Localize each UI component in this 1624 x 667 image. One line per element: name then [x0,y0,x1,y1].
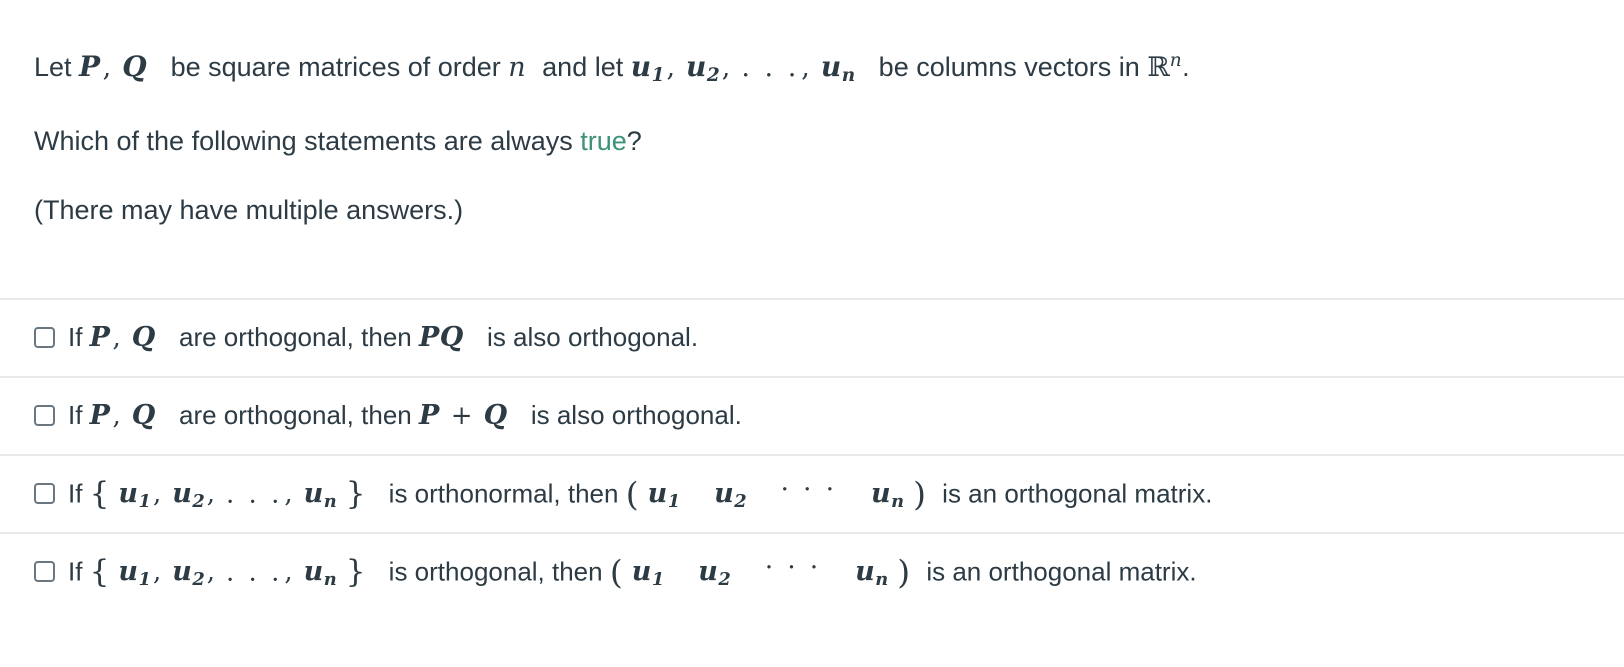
answer-3-tail: is an orthogonal matrix. [934,478,1213,509]
answer-3-rparen: ) [913,473,926,513]
math-ellipsis-1: . . . [741,52,800,84]
answer-1-math-Q: Q [131,322,156,354]
stem-text-which-lead: Which of the following statements are al… [34,125,581,156]
answer-2-math-Q: Q [131,400,156,432]
answer-4-lparen: ( [609,551,623,591]
answer-4-col-un: un [855,556,889,591]
answer-3-col-un: un [870,478,905,513]
answer-4-comma-3: , [284,557,293,588]
answer-label-1: If P, Q are orthogonal, then PQ is also o… [68,324,698,351]
answer-4-set-u2: u2 [172,556,205,591]
stem-text-columns-vectors: be columns vectors in [871,52,1148,83]
answer-4-comma-2: , [206,557,216,588]
answer-3-set-u1: u1 [118,478,151,513]
math-blackboard-R: ℝn [1147,50,1183,84]
answer-3-rbrace: } [345,475,366,512]
answer-2-math-P: P [89,400,111,432]
math-vector-u2: u2 [686,50,720,87]
answer-3-ellipsis: . . . [226,479,283,510]
checkbox-answer-4[interactable] [34,561,55,583]
answer-3-lparen: ( [625,473,639,513]
math-comma-1: , [102,52,112,84]
stem-text-square-matrices: be square matrices of order [163,52,509,83]
answer-1-tail: is also orthogonal. [479,322,699,353]
answer-3-set-un: un [303,478,337,513]
answer-4-lbrace: { [89,553,110,590]
answer-4-set-u1: u1 [118,556,151,591]
answer-2-comma: , [112,401,121,432]
math-vector-u1: u1 [630,50,665,87]
answer-4-tail: is an orthogonal matrix. [919,556,1197,587]
answer-1-lead: If [68,322,90,353]
answer-4-col-u1: u1 [631,556,665,591]
stem-text-question-mark: ? [626,125,642,156]
answer-3-col-u2: u2 [714,478,747,513]
stem-text-let: Let [34,52,80,83]
answer-3-mid: is orthonormal, then [381,478,626,509]
answer-label-4: If {u1, u2,. . ., un} is orthogonal, then … [68,555,1197,589]
stem-line-2: Which of the following statements are al… [34,125,1590,156]
answer-4-col-cdots: · · · [764,552,822,583]
answer-2-plus-sign: + [450,401,473,432]
math-matrix-P: P [79,50,101,84]
answer-1-math-PQ: PQ [418,322,464,354]
math-order-n: n [508,52,526,84]
answer-4-col-u2: u2 [698,556,731,591]
answer-4-ellipsis: . . . [226,557,283,588]
answer-2-math-Q-operand: Q [483,400,508,432]
checkbox-answer-1[interactable] [34,327,55,349]
math-vector-un: un [820,50,856,87]
answer-3-comma-2: , [206,479,216,510]
checkbox-answer-2[interactable] [34,405,55,427]
answer-3-lbrace: { [89,475,110,512]
answer-option-1[interactable]: If P, Q are orthogonal, then PQ is also o… [0,297,1624,376]
stem-line-1: Let P, Q be square matrices of order n an… [34,50,1590,87]
math-comma-3: , [721,52,731,84]
answer-option-3[interactable]: If {u1, u2,. . ., un} is orthonormal, then… [0,453,1624,532]
answer-2-tail: is also orthogonal. [523,400,742,431]
answer-3-set-u2: u2 [172,478,205,513]
answer-options-list: If P, Q are orthogonal, then PQ is also o… [0,297,1624,610]
answer-4-mid: is orthogonal, then [381,556,610,587]
stem-line-3: (There may have multiple answers.) [34,194,464,225]
math-comma-4: , [801,52,810,84]
answer-3-col-u1: u1 [647,478,681,513]
answer-2-lead: If [68,400,90,431]
answer-3-lead: If [68,478,90,509]
answer-3-comma-1: , [152,479,162,510]
stem-text-and-let: and let [534,52,631,83]
answer-option-2[interactable]: If P, Q are orthogonal, then P + Q is also … [0,375,1624,454]
question-stem: Let P, Q be square matrices of order n an… [0,0,1624,224]
answer-4-rparen: ) [897,551,911,591]
answer-2-mid: are orthogonal, then [171,400,419,431]
answer-3-comma-3: , [284,479,293,510]
answer-4-comma-1: , [152,557,162,588]
checkbox-answer-3[interactable] [34,483,55,505]
answer-1-comma: , [112,323,121,354]
answer-3-col-cdots: · · · [780,474,837,505]
answer-4-rbrace: } [345,553,366,590]
math-matrix-Q: Q [122,50,148,84]
answer-option-4[interactable]: If {u1, u2,. . ., un} is orthogonal, then … [0,531,1624,610]
answer-1-math-P: P [89,322,111,354]
answer-1-mid: are orthogonal, then [171,322,419,353]
stem-text-period: . [1182,52,1190,83]
answer-4-set-un: un [303,556,337,591]
answer-4-lead: If [68,556,90,587]
answer-label-2: If P, Q are orthogonal, then P + Q is also … [68,402,742,429]
math-comma-2: , [666,52,676,84]
answer-2-math-P-operand: P [418,400,440,432]
answer-label-3: If {u1, u2,. . ., un} is orthonormal, then… [68,477,1212,511]
keyword-true: true [580,125,627,156]
